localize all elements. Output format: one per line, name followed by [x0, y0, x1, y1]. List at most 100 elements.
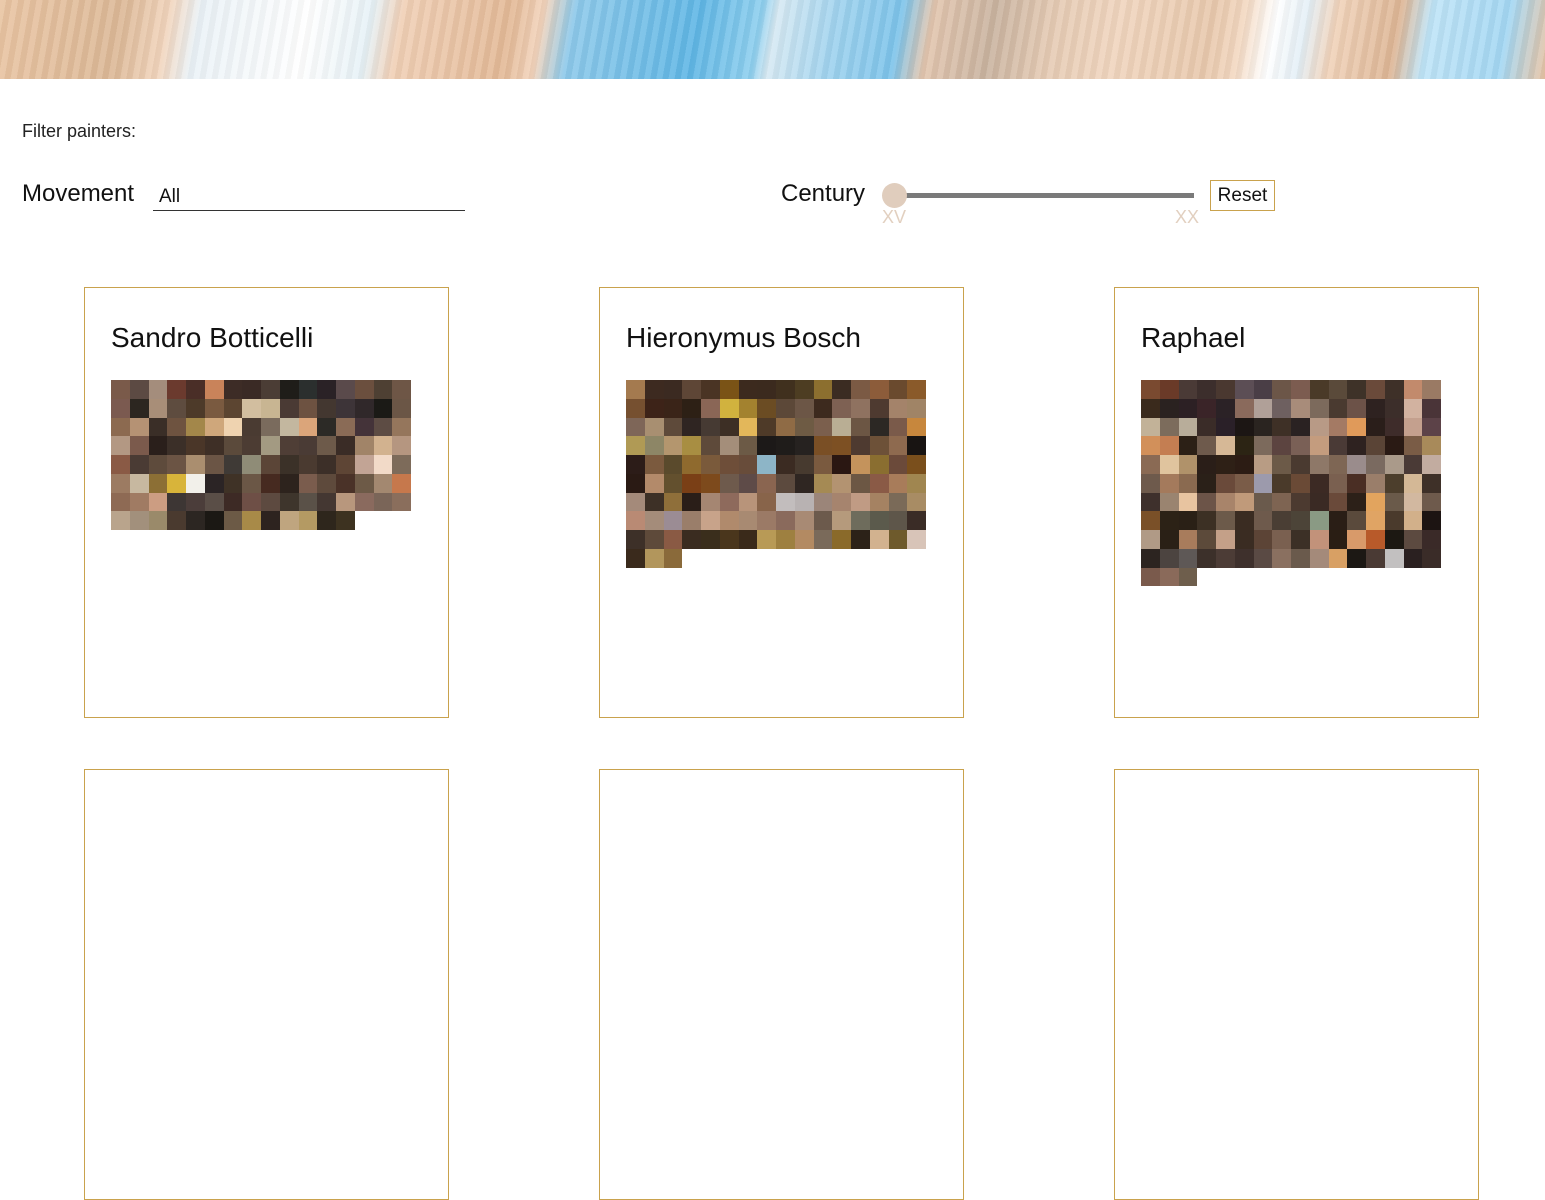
- palette-swatch: [261, 380, 280, 399]
- palette-swatch: [354, 473, 374, 493]
- palette-swatch: [907, 398, 926, 418]
- palette-swatch: [1347, 380, 1366, 399]
- palette-swatch: [644, 436, 664, 455]
- palette-swatch: [794, 492, 814, 512]
- palette-swatch: [682, 417, 701, 437]
- century-label: Century: [781, 180, 866, 207]
- palette-swatch: [1272, 548, 1291, 568]
- painter-card[interactable]: [84, 769, 449, 1200]
- palette-swatch: [1234, 473, 1254, 493]
- palette-swatch: [701, 511, 720, 530]
- palette-swatch: [1384, 417, 1404, 437]
- palette-swatch: [644, 398, 664, 418]
- palette-swatch: [1309, 548, 1329, 568]
- palette-swatch: [1141, 436, 1160, 455]
- palette-swatch: [626, 548, 645, 568]
- palette-swatch: [1403, 436, 1423, 455]
- palette-swatch: [1291, 511, 1310, 530]
- painter-card[interactable]: [599, 769, 964, 1200]
- palette-swatch: [663, 380, 683, 399]
- palette-swatch: [907, 436, 926, 455]
- palette-swatch: [129, 436, 149, 455]
- filter-heading: Filter painters:: [22, 121, 137, 141]
- palette-swatch: [888, 380, 908, 399]
- palette-swatch: [204, 417, 224, 437]
- palette-swatch: [1197, 380, 1216, 399]
- movement-input[interactable]: [153, 180, 465, 211]
- palette-swatch: [851, 417, 870, 437]
- palette-swatch: [1384, 398, 1404, 418]
- palette-swatch: [888, 473, 908, 493]
- palette-swatch: [1178, 380, 1198, 399]
- painter-card[interactable]: Raphael: [1114, 287, 1479, 718]
- palette-swatch: [336, 436, 355, 455]
- palette-swatch: [204, 398, 224, 418]
- palette-swatch: [204, 492, 224, 512]
- palette-swatch: [167, 417, 186, 437]
- palette-swatch: [1309, 511, 1329, 530]
- palette-swatch: [167, 511, 186, 530]
- palette-swatch: [242, 473, 261, 493]
- century-slider-thumb[interactable]: [882, 183, 907, 208]
- palette-swatch: [242, 511, 261, 530]
- palette-swatch: [757, 455, 776, 474]
- palette-swatch: [1216, 492, 1235, 512]
- palette-swatch: [1384, 530, 1404, 549]
- palette-swatch: [663, 473, 683, 493]
- palette-swatch: [813, 398, 833, 418]
- palette-swatch: [794, 417, 814, 437]
- palette-swatch: [317, 455, 336, 474]
- palette-swatch: [776, 380, 795, 399]
- palette-swatch: [167, 492, 186, 512]
- palette-swatch: [1347, 530, 1366, 549]
- palette-swatch: [1141, 380, 1160, 399]
- palette-swatch: [298, 380, 318, 399]
- century-slider-track[interactable]: [894, 193, 1194, 198]
- palette-swatch: [186, 492, 205, 512]
- painter-card[interactable]: Sandro Botticelli: [84, 287, 449, 718]
- palette-swatch: [719, 417, 739, 437]
- palette-swatch: [373, 417, 393, 437]
- palette-swatch: [682, 436, 701, 455]
- palette-swatch: [626, 530, 645, 549]
- palette-swatch: [701, 380, 720, 399]
- palette-swatch: [1216, 455, 1235, 474]
- palette-swatch: [1216, 473, 1235, 493]
- palette-swatch: [738, 380, 758, 399]
- palette-swatch: [869, 455, 889, 474]
- palette-swatch: [851, 398, 870, 418]
- palette-swatch: [738, 511, 758, 530]
- painter-card[interactable]: Hieronymus Bosch: [599, 287, 964, 718]
- palette-swatch: [644, 417, 664, 437]
- palette-swatch: [1253, 436, 1273, 455]
- century-slider[interactable]: [882, 183, 1196, 209]
- palette-swatch: [644, 492, 664, 512]
- palette-swatch: [813, 455, 833, 474]
- painter-card[interactable]: [1114, 769, 1479, 1200]
- palette-swatch: [242, 417, 261, 437]
- palette-swatch: [298, 417, 318, 437]
- palette-swatch: [242, 455, 261, 474]
- palette-swatch: [701, 398, 720, 418]
- palette-swatch: [626, 492, 645, 512]
- palette-swatch: [644, 380, 664, 399]
- palette-swatch: [1403, 417, 1423, 437]
- palette-swatch: [1422, 548, 1441, 568]
- palette-swatch: [869, 380, 889, 399]
- palette-swatch: [261, 436, 280, 455]
- palette-swatch: [373, 473, 393, 493]
- palette-swatch: [663, 398, 683, 418]
- palette-swatch: [242, 380, 261, 399]
- palette-swatch: [644, 530, 664, 549]
- reset-button[interactable]: Reset: [1210, 180, 1275, 211]
- palette-swatch: [261, 455, 280, 474]
- palette-swatch: [776, 455, 795, 474]
- palette-swatch: [1178, 548, 1198, 568]
- palette-swatch: [1366, 436, 1385, 455]
- palette-swatch: [738, 436, 758, 455]
- palette-swatch: [663, 548, 683, 568]
- palette-swatch: [1291, 548, 1310, 568]
- palette-swatch: [261, 417, 280, 437]
- palette-swatch: [1216, 417, 1235, 437]
- palette-swatch: [1422, 417, 1441, 437]
